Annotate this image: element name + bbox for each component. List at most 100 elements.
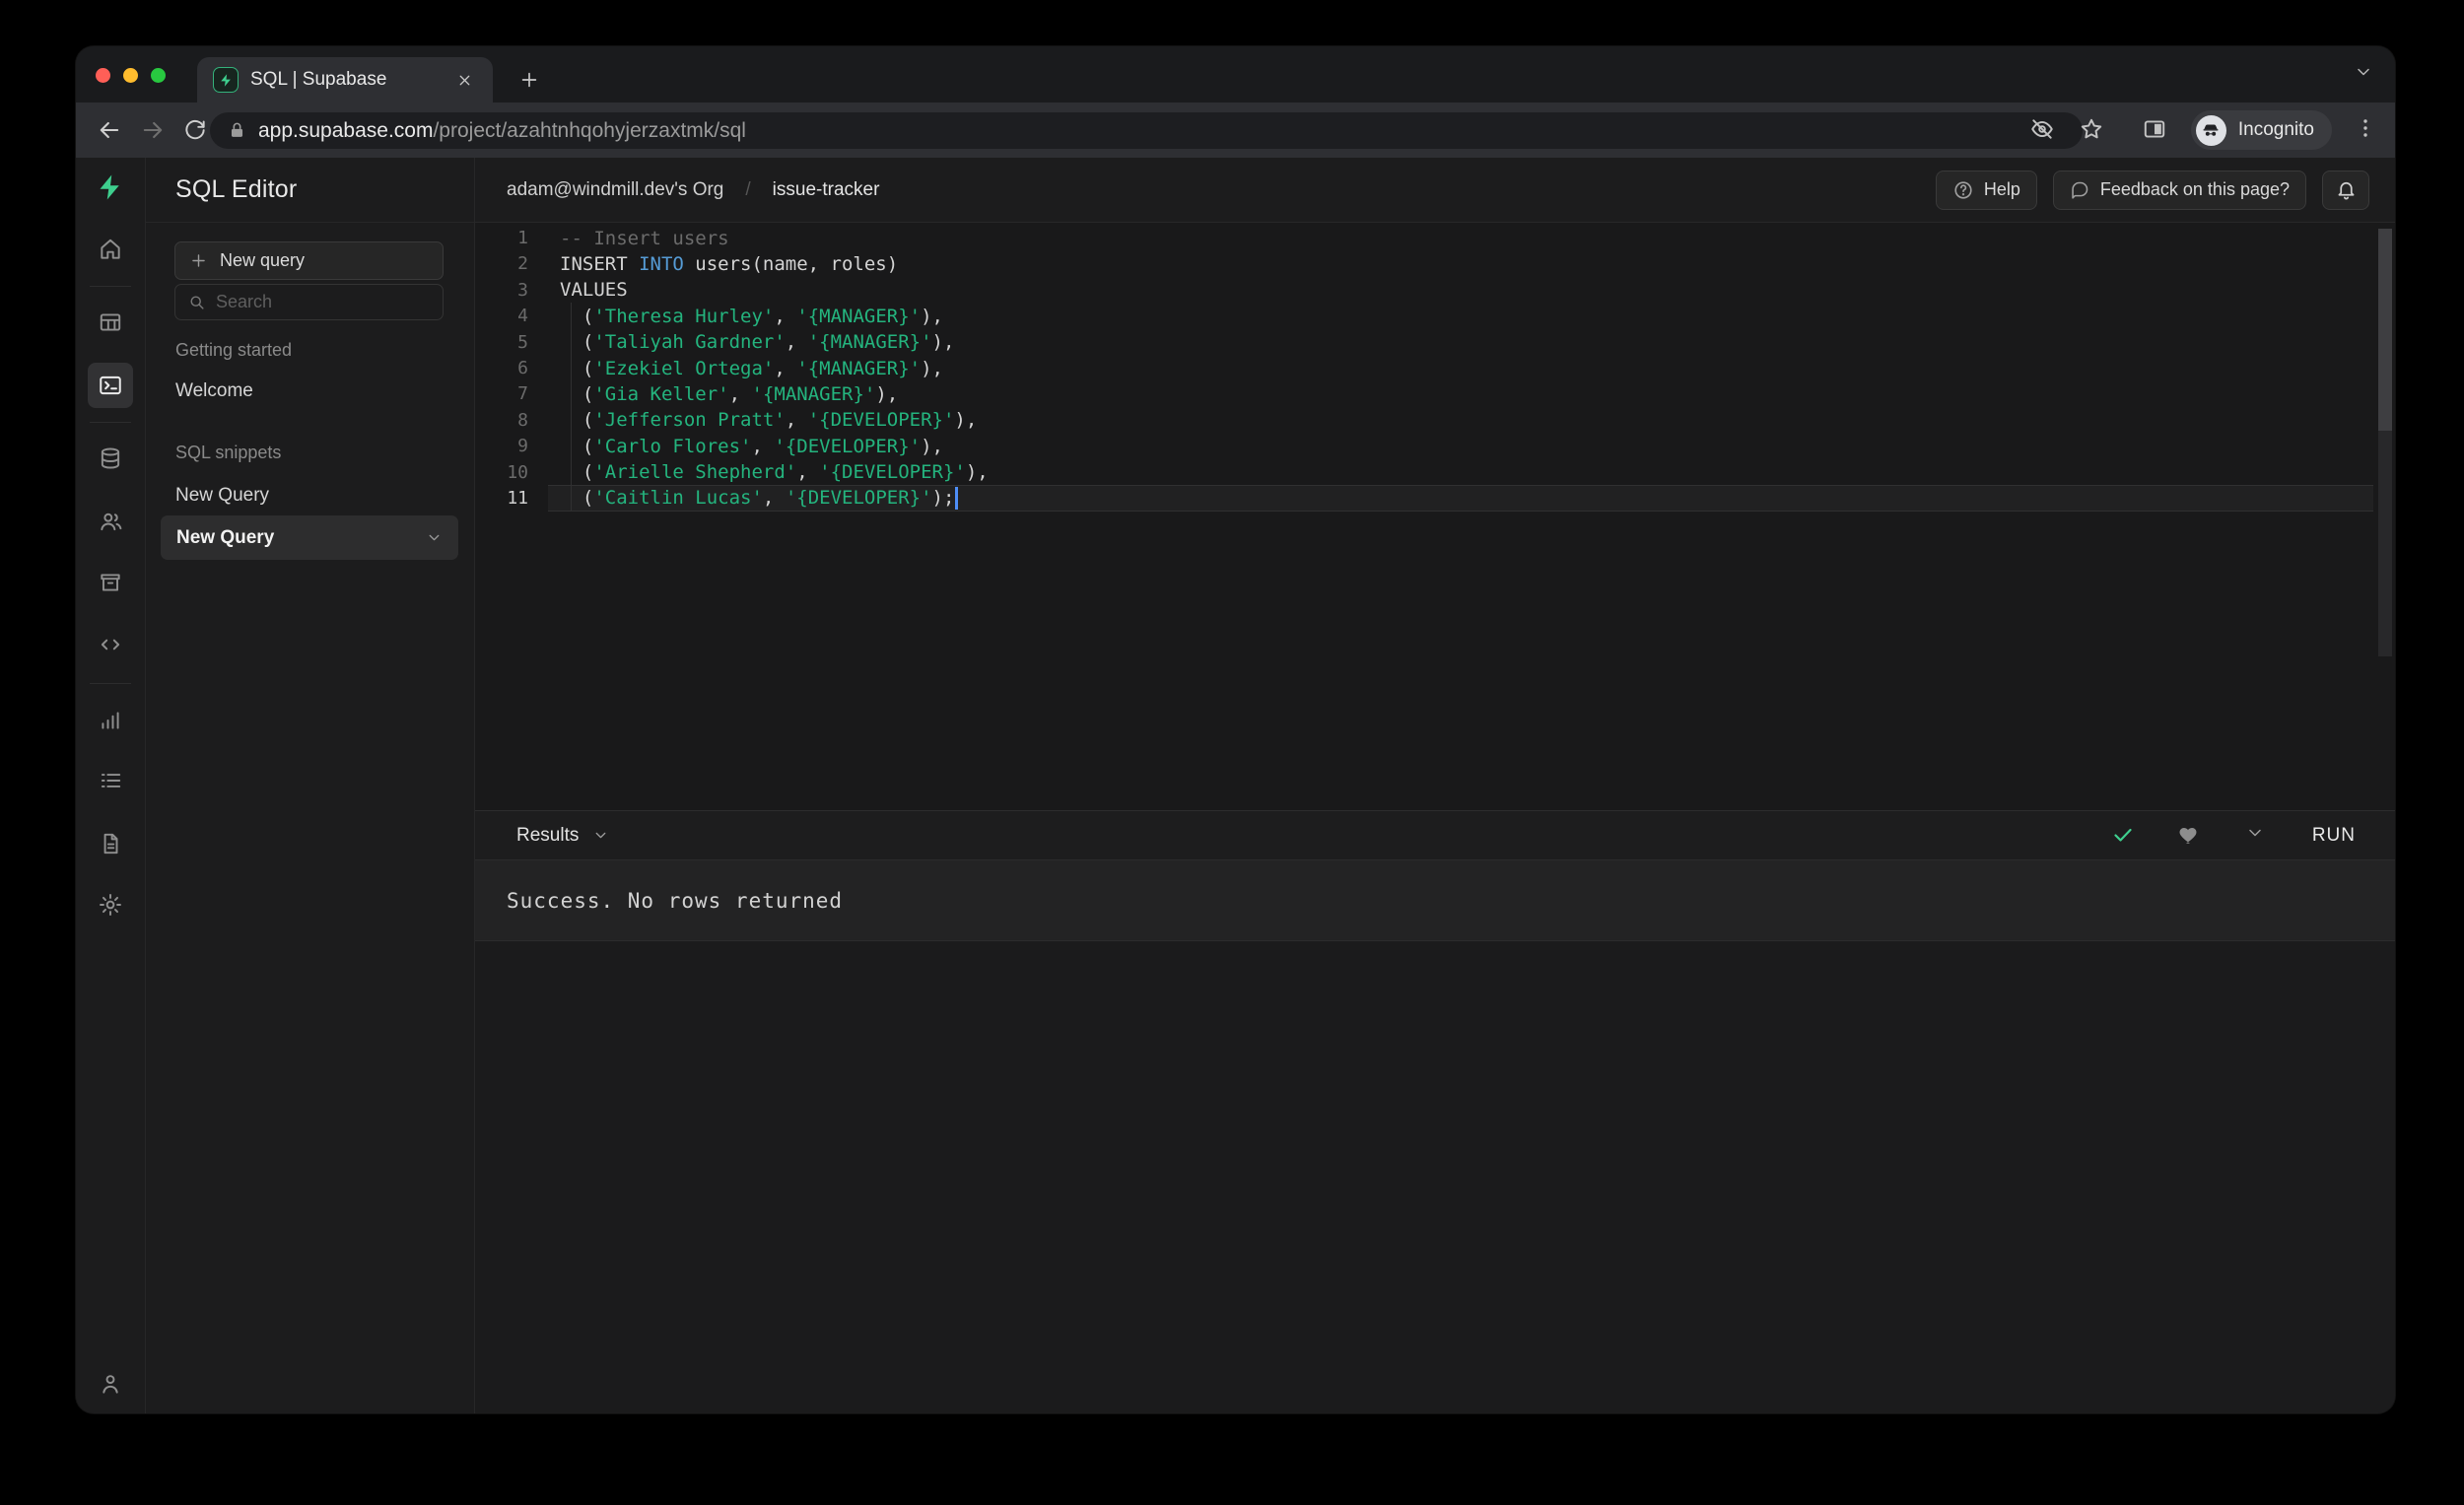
- code-line-11[interactable]: 11 ('Caitlin Lucas', '{DEVELOPER}');: [475, 485, 2395, 512]
- account-icon[interactable]: [88, 1361, 133, 1406]
- code-line-8[interactable]: 8 ('Jefferson Pratt', '{DEVELOPER}'),: [475, 407, 2395, 434]
- privacy-eye-off-icon[interactable]: [2029, 116, 2057, 144]
- text-cursor: [955, 487, 958, 510]
- reports-icon[interactable]: [88, 698, 133, 743]
- main-header: adam@windmill.dev's Org / issue-tracker …: [475, 158, 2395, 223]
- tab-search-chevron-icon[interactable]: [2354, 62, 2373, 82]
- breadcrumb-org[interactable]: adam@windmill.dev's Org: [507, 179, 723, 201]
- code-line-3[interactable]: 3 VALUES: [475, 277, 2395, 304]
- search-icon: [187, 293, 206, 311]
- snippet-item[interactable]: New Query: [175, 485, 269, 507]
- supabase-logo-icon[interactable]: [88, 165, 133, 210]
- code-line-6[interactable]: 6 ('Ezekiel Ortega', '{MANAGER}'),: [475, 355, 2395, 381]
- section-label: SQL snippets: [175, 443, 282, 462]
- code-text: ('Theresa Hurley', '{MANAGER}'),: [560, 305, 943, 327]
- browser-window: SQL | Supabase app.supabase.com/project/…: [76, 46, 2395, 1413]
- line-number: 4: [517, 306, 528, 327]
- sql-editor-icon[interactable]: [88, 363, 133, 408]
- sql-code-editor[interactable]: 1 -- Insert users 2 INSERT INTO users(name,…: [475, 223, 2395, 810]
- breadcrumb-separator: /: [745, 178, 751, 200]
- snippet-item-selected[interactable]: New Query: [161, 515, 458, 560]
- side-panel-icon[interactable]: [2142, 116, 2169, 144]
- settings-icon[interactable]: [88, 882, 133, 927]
- code-text: ('Arielle Shepherd', '{DEVELOPER}'),: [560, 461, 989, 484]
- bookmark-star-icon[interactable]: [2079, 116, 2106, 144]
- line-number: 9: [517, 436, 528, 457]
- tab-strip: SQL | Supabase: [76, 46, 2395, 103]
- code-text: ('Jefferson Pratt', '{DEVELOPER}'),: [560, 409, 978, 432]
- code-line-10[interactable]: 10 ('Arielle Shepherd', '{DEVELOPER}'),: [475, 459, 2395, 486]
- code-line-9[interactable]: 9 ('Carlo Flores', '{DEVELOPER}'),: [475, 433, 2395, 459]
- line-number: 1: [517, 228, 528, 248]
- rail-divider: [90, 683, 131, 684]
- code-text: ('Caitlin Lucas', '{DEVELOPER}');: [560, 487, 958, 510]
- logs-icon[interactable]: [88, 758, 133, 803]
- tab-close-icon[interactable]: [451, 67, 477, 93]
- back-button[interactable]: [96, 116, 125, 146]
- run-options-chevron-icon[interactable]: [2245, 823, 2271, 849]
- queries-panel: SQL Editor New query Getting started Welc…: [146, 158, 475, 1413]
- code-line-7[interactable]: 7 ('Gia Keller', '{MANAGER}'),: [475, 380, 2395, 407]
- code-line-1[interactable]: 1 -- Insert users: [475, 225, 2395, 251]
- results-message: Success. No rows returned: [507, 888, 844, 913]
- plus-icon: [189, 251, 208, 270]
- line-number: 7: [517, 383, 528, 405]
- code-text: VALUES: [560, 279, 628, 302]
- results-empty-area: [475, 942, 2395, 1413]
- snippet-label: New Query: [176, 526, 275, 548]
- code-line-5[interactable]: 5 ('Taliyah Gardner', '{MANAGER}'),: [475, 329, 2395, 356]
- success-check-icon: [2111, 823, 2137, 849]
- line-number: 2: [517, 253, 528, 275]
- search-input[interactable]: [216, 292, 431, 312]
- section-label: Getting started: [175, 340, 293, 360]
- tab-title: SQL | Supabase: [250, 69, 387, 90]
- page-title: SQL Editor: [175, 175, 298, 203]
- incognito-icon: [2195, 114, 2226, 146]
- feedback-button[interactable]: Feedback on this page?: [2052, 170, 2306, 210]
- database-icon[interactable]: [88, 436, 133, 481]
- close-window-button[interactable]: [96, 68, 110, 83]
- rail-divider: [90, 286, 131, 287]
- line-number: 11: [507, 488, 528, 509]
- search-box[interactable]: [174, 284, 444, 320]
- chevron-down-icon: [426, 529, 443, 546]
- minimize-window-button[interactable]: [123, 68, 138, 83]
- line-number: 10: [507, 461, 528, 483]
- snippet-item[interactable]: Welcome: [175, 380, 253, 402]
- api-docs-icon[interactable]: [88, 821, 133, 866]
- results-dropdown[interactable]: Results: [516, 825, 609, 847]
- code-text: ('Carlo Flores', '{DEVELOPER}'),: [560, 435, 943, 457]
- browser-tab[interactable]: SQL | Supabase: [197, 57, 493, 103]
- table-editor-icon[interactable]: [88, 300, 133, 345]
- new-tab-button[interactable]: [513, 63, 546, 97]
- code-text: INSERT INTO users(name, roles): [560, 252, 899, 275]
- zoom-window-button[interactable]: [151, 68, 166, 83]
- chat-bubble-icon: [2070, 179, 2090, 200]
- browser-toolbar: app.supabase.com/project/azahtnhqohyjerz…: [76, 103, 2395, 158]
- edge-functions-icon[interactable]: [88, 622, 133, 667]
- line-number: 5: [517, 331, 528, 353]
- line-number: 3: [517, 279, 528, 301]
- code-text: ('Gia Keller', '{MANAGER}'),: [560, 382, 899, 405]
- help-button[interactable]: Help: [1935, 170, 2037, 210]
- forward-button[interactable]: [139, 116, 169, 146]
- storage-icon[interactable]: [88, 560, 133, 605]
- run-button[interactable]: RUN: [2312, 825, 2356, 847]
- supabase-app: SQL Editor New query Getting started Welc…: [76, 158, 2395, 1413]
- code-text: ('Taliyah Gardner', '{MANAGER}'),: [560, 331, 955, 354]
- auth-icon[interactable]: [88, 499, 133, 544]
- code-line-2[interactable]: 2 INSERT INTO users(name, roles): [475, 250, 2395, 277]
- results-bar: Results RUN: [475, 810, 2395, 860]
- code-line-4[interactable]: 4 ('Theresa Hurley', '{MANAGER}'),: [475, 303, 2395, 329]
- browser-menu-icon[interactable]: [2354, 116, 2381, 144]
- home-icon[interactable]: [88, 227, 133, 272]
- address-bar[interactable]: app.supabase.com/project/azahtnhqohyjerz…: [210, 112, 2083, 149]
- favorite-heart-icon[interactable]: [2178, 823, 2204, 849]
- results-output: Success. No rows returned: [475, 860, 2395, 941]
- reload-button[interactable]: [182, 116, 212, 146]
- breadcrumb-project[interactable]: issue-tracker: [773, 179, 880, 201]
- notifications-button[interactable]: [2322, 170, 2369, 210]
- incognito-badge[interactable]: Incognito: [2190, 110, 2332, 150]
- new-query-button[interactable]: New query: [174, 241, 444, 280]
- code-text: ('Ezekiel Ortega', '{MANAGER}'),: [560, 357, 943, 379]
